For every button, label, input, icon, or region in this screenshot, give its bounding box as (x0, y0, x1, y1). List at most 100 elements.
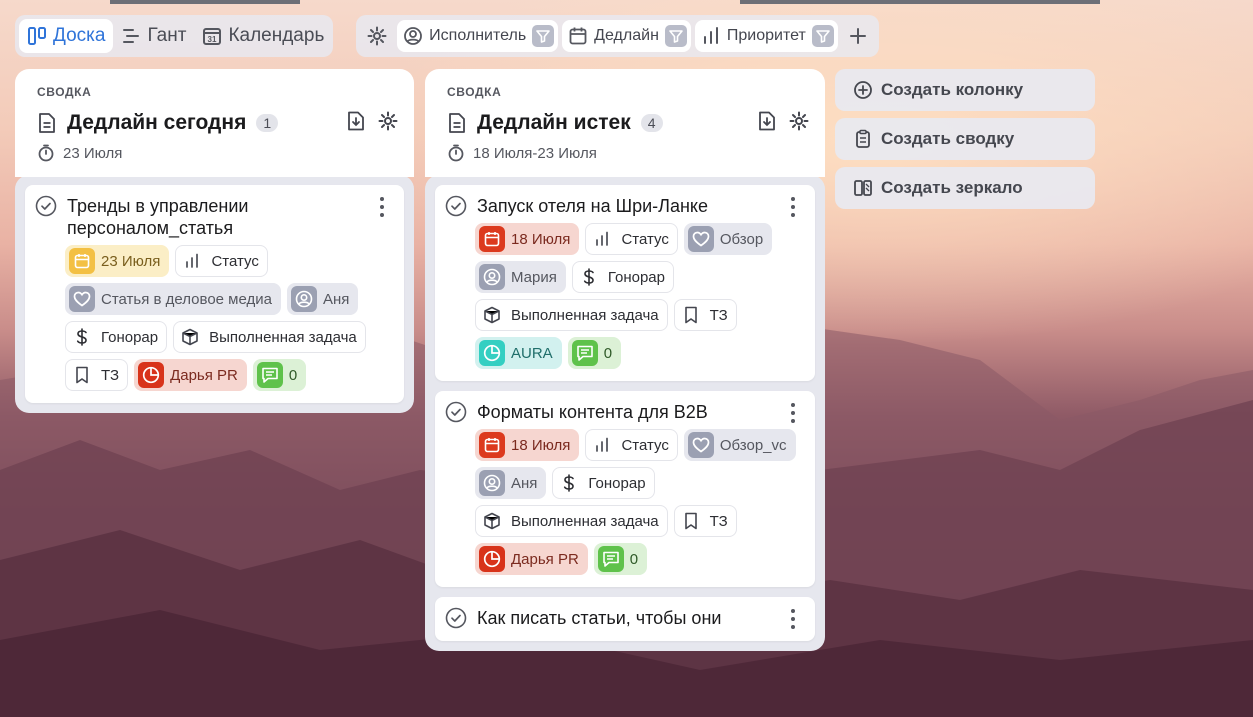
bars-icon (179, 248, 205, 274)
task-field-chip[interactable]: Выполненная задача (173, 321, 366, 353)
task-title[interactable]: Как писать статьи, чтобы они (477, 607, 805, 629)
filter-deadline-label: Дедлайн (594, 27, 659, 44)
filter-priority-label: Приоритет (726, 27, 806, 44)
task-field-chip[interactable]: Выполненная задача (475, 505, 668, 537)
create-summary-button[interactable]: Создать сводку (835, 118, 1095, 160)
view-board-tab[interactable]: Доска (19, 19, 114, 53)
task-field-value: 23 Июля (101, 252, 161, 270)
column-settings-button[interactable] (789, 111, 809, 131)
task-field-value: Гонорар (101, 328, 159, 346)
task-title[interactable]: Запуск отеля на Шри-Ланке (477, 195, 805, 217)
filter-assignee[interactable]: Исполнитель (397, 20, 559, 52)
check-circle-icon[interactable] (35, 195, 57, 217)
user-icon (479, 264, 505, 290)
task-field-chip[interactable]: Обзор_vc (683, 429, 796, 461)
user-circle-icon (404, 27, 423, 45)
funnel-icon[interactable] (664, 25, 687, 47)
more-vertical-icon[interactable] (785, 403, 801, 423)
task-field-chip[interactable]: Статья в деловое медиа (65, 283, 281, 315)
task-field-value: AURA (511, 344, 553, 362)
funnel-icon[interactable] (532, 25, 555, 47)
task-field-chip[interactable]: Дарья PR (475, 543, 588, 575)
task-field-value: ТЗ (709, 512, 728, 530)
task-field-chip[interactable]: Гонорар (571, 261, 674, 293)
task-title[interactable]: Форматы контента для B2B (477, 401, 805, 423)
task-field-chip[interactable]: Статус (585, 429, 678, 461)
clipboard-icon (856, 129, 870, 148)
task-field-chip[interactable]: Статус (585, 223, 678, 255)
more-vertical-icon[interactable] (785, 197, 801, 217)
column-header: сводка Дедлайн сегодня 1 23 Июля (15, 69, 414, 177)
task-field-chip[interactable]: Обзор (683, 223, 773, 255)
top-progress-strip (0, 0, 1253, 4)
pie-icon (479, 340, 505, 366)
task-field-chip[interactable]: Статус (175, 245, 268, 277)
task-card[interactable]: Форматы контента для B2B 18 Июля Статус Обз… (435, 391, 815, 587)
column-count-badge: 1 (256, 114, 279, 132)
task-field-chip[interactable]: 0 (567, 337, 622, 369)
comment-icon (571, 340, 598, 366)
filter-priority[interactable]: Приоритет (694, 20, 838, 52)
task-field-chip[interactable]: Гонорар (65, 321, 168, 353)
task-field-chip[interactable]: Дарья PR (134, 359, 247, 391)
bookmark-icon (678, 508, 704, 534)
task-card[interactable]: Тренды в управлении персоналом_статья 23 … (25, 185, 404, 403)
view-board-label: Доска (53, 25, 106, 46)
column-header: сводка Дедлайн истек 4 18 Июля-23 Июля (425, 69, 825, 177)
column-title: Дедлайн сегодня (67, 111, 247, 134)
task-card[interactable]: Как писать статьи, чтобы они (435, 597, 815, 641)
task-field-value: Дарья PR (170, 366, 238, 384)
task-field-chip[interactable]: 23 Июля (65, 245, 170, 277)
task-field-chip[interactable]: Аня (286, 283, 359, 315)
column-settings-button[interactable] (378, 111, 398, 131)
calendar-icon (479, 432, 505, 458)
task-field-chip[interactable]: AURA (475, 337, 562, 369)
export-button[interactable] (757, 111, 777, 131)
view-calendar-tab[interactable]: 31 Календарь (194, 19, 332, 53)
task-field-chip[interactable]: ТЗ (673, 505, 737, 537)
more-vertical-icon[interactable] (785, 609, 801, 629)
task-field-value: Статус (621, 436, 669, 454)
task-field-value: Дарья PR (511, 550, 579, 568)
task-field-chip[interactable]: Мария (475, 261, 566, 293)
task-field-value: Статья в деловое медиа (101, 290, 272, 308)
task-title[interactable]: Тренды в управлении персоналом_статья (67, 195, 394, 239)
column-cards: Запуск отеля на Шри-Ланке 18 Июля Статус Об… (425, 175, 825, 651)
document-icon (39, 113, 55, 133)
column-kind: сводка (447, 85, 502, 99)
add-filter-button[interactable] (842, 19, 875, 53)
task-field-chip[interactable]: 18 Июля (475, 223, 580, 255)
task-field-chip[interactable]: 18 Июля (475, 429, 580, 461)
create-column-button[interactable]: Создать колонку (835, 69, 1095, 111)
check-circle-icon[interactable] (445, 607, 467, 629)
timer-icon (448, 144, 464, 162)
task-field-chip[interactable]: ТЗ (673, 299, 737, 331)
task-field-chip[interactable]: Аня (475, 467, 547, 499)
filter-settings-button[interactable] (360, 19, 393, 53)
task-card[interactable]: Запуск отеля на Шри-Ланке 18 Июля Статус Об… (435, 185, 815, 381)
task-field-chip[interactable]: ТЗ (65, 359, 129, 391)
export-icon (759, 111, 775, 131)
column-kind: сводка (37, 85, 92, 99)
export-button[interactable] (346, 111, 366, 131)
task-field-chip[interactable]: Выполненная задача (475, 299, 668, 331)
task-field-chip[interactable]: 0 (252, 359, 307, 391)
calendar-icon (479, 226, 505, 252)
more-vertical-icon[interactable] (374, 197, 390, 217)
filter-deadline[interactable]: Дедлайн (562, 20, 691, 52)
task-fields: 18 Июля Статус Обзор Мария Гонорар Выполненна… (445, 223, 805, 369)
view-gantt-label: Гант (147, 25, 187, 46)
task-fields: 23 Июля Статус Статья в деловое медиа Аня Го… (35, 245, 394, 391)
timer-icon (38, 144, 54, 162)
view-gantt-tab[interactable]: Гант (113, 19, 194, 53)
task-field-chip[interactable]: 0 (593, 543, 648, 575)
task-field-value: 18 Июля (511, 436, 571, 454)
task-field-value: 18 Июля (511, 230, 571, 248)
create-mirror-button[interactable]: Создать зеркало (835, 167, 1095, 209)
board-icon (28, 27, 46, 45)
check-circle-icon[interactable] (445, 195, 467, 217)
check-circle-icon[interactable] (445, 401, 467, 423)
task-field-value: Выполненная задача (511, 306, 659, 324)
task-field-chip[interactable]: Гонорар (552, 467, 655, 499)
funnel-icon[interactable] (811, 25, 834, 47)
